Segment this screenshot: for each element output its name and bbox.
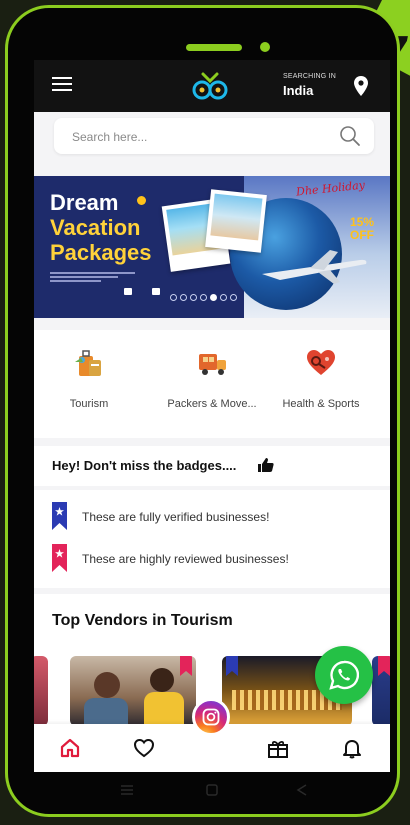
nav-gifts[interactable]	[266, 736, 290, 760]
carousel-indicator[interactable]	[170, 294, 237, 302]
system-navigation-bar	[34, 772, 390, 808]
badge-reviewed-text: These are highly reviewed businesses!	[82, 552, 289, 566]
category-label: Health & Sports	[282, 398, 360, 410]
banner-family-photo	[205, 189, 267, 253]
app-screen: SEARCHING IN India Dream Vacation Packag…	[34, 60, 390, 772]
carousel-dot-active[interactable]	[210, 294, 217, 301]
verified-tag-icon	[226, 656, 238, 676]
recent-apps-icon[interactable]	[120, 784, 134, 796]
vendor-card[interactable]	[70, 656, 196, 726]
carousel-dot[interactable]	[230, 294, 237, 301]
instagram-icon	[202, 708, 220, 726]
category-health-sports[interactable]: Health & Sports	[266, 348, 376, 410]
verified-ribbon-icon	[52, 502, 67, 530]
phone-camera	[260, 42, 270, 52]
whatsapp-button[interactable]	[315, 646, 373, 704]
carousel-dot[interactable]	[200, 294, 207, 301]
badges-header: Hey! Don't miss the badges....	[34, 446, 390, 486]
banner-discount: 15% OFF	[349, 215, 375, 242]
search-bar	[54, 118, 374, 154]
nav-home[interactable]	[58, 736, 82, 760]
vendors-heading: Top Vendors in Tourism	[52, 612, 233, 629]
nav-favorites[interactable]	[132, 736, 156, 760]
carousel-dot[interactable]	[170, 294, 177, 301]
search-icon[interactable]	[339, 125, 361, 147]
gift-icon	[268, 740, 288, 758]
phone-speaker	[186, 44, 242, 51]
instagram-button[interactable]	[192, 698, 230, 736]
whatsapp-icon	[329, 660, 359, 690]
heart-health-icon	[307, 350, 335, 375]
app-header: SEARCHING IN India	[34, 60, 390, 112]
category-row: Tourism Packers & Move... Health & Sport…	[34, 330, 390, 438]
vendor-card[interactable]	[34, 656, 48, 726]
luggage-icon	[75, 350, 101, 376]
bell-icon	[343, 740, 361, 759]
promo-banner[interactable]: Dream Vacation Packages Dhe Holiday 15% …	[34, 176, 390, 318]
carousel-dot[interactable]	[190, 294, 197, 301]
banner-fine-print	[50, 272, 135, 282]
location-pin-icon[interactable]	[354, 76, 368, 96]
location-caption: SEARCHING IN	[283, 73, 336, 80]
banner-decor-dot	[137, 196, 146, 205]
nav-notifications[interactable]	[340, 736, 364, 760]
category-tourism[interactable]: Tourism	[34, 348, 144, 410]
heart-icon	[133, 738, 155, 758]
badge-verified-text: These are fully verified businesses!	[82, 510, 270, 524]
location-value[interactable]: India	[283, 83, 313, 98]
airplane-icon	[262, 250, 367, 284]
reviewed-tag-icon	[378, 656, 390, 676]
banner-contact-icon	[124, 288, 132, 295]
vendor-card[interactable]	[372, 656, 390, 726]
hamburger-menu-icon[interactable]	[52, 77, 72, 93]
home-icon	[60, 738, 80, 758]
thumbs-up-icon	[258, 458, 274, 472]
banner-contact-icon	[152, 288, 160, 295]
badges-list: These are fully verified businesses! The…	[34, 490, 390, 588]
category-packers-movers[interactable]: Packers & Move...	[157, 348, 267, 410]
home-system-icon[interactable]	[206, 784, 218, 796]
back-icon[interactable]	[296, 784, 308, 796]
app-logo	[192, 72, 228, 100]
category-label: Tourism	[69, 398, 109, 410]
reviewed-tag-icon	[180, 656, 192, 676]
carousel-dot[interactable]	[220, 294, 227, 301]
category-label: Packers & Move...	[167, 398, 257, 410]
badges-heading: Hey! Don't miss the badges....	[52, 458, 237, 473]
search-input[interactable]	[70, 127, 304, 147]
reviewed-ribbon-icon	[52, 544, 67, 572]
moving-truck-icon	[199, 354, 226, 375]
carousel-dot[interactable]	[180, 294, 187, 301]
banner-title: Dream Vacation Packages	[50, 190, 152, 265]
